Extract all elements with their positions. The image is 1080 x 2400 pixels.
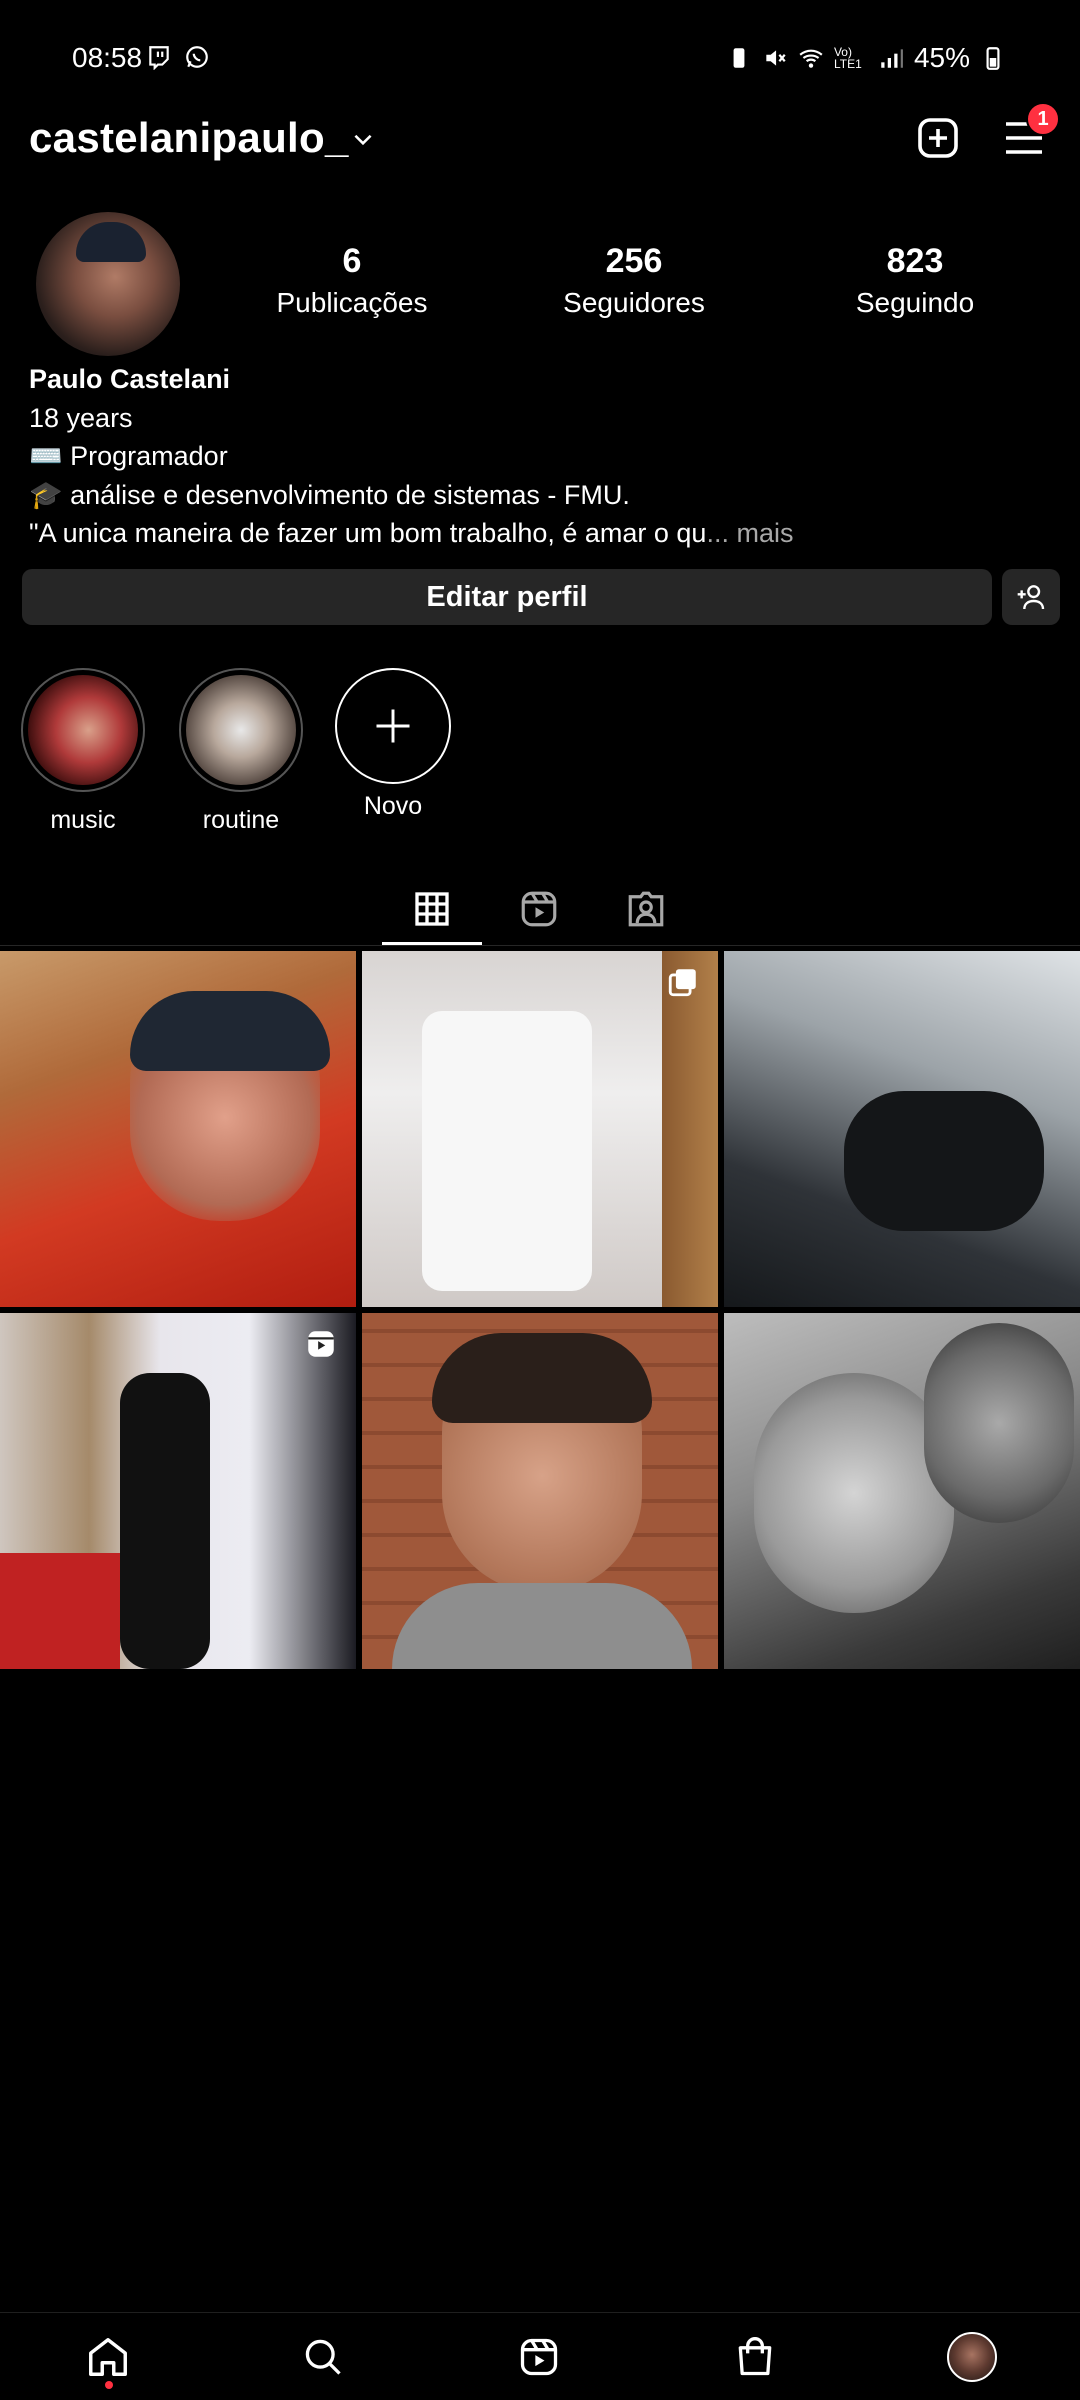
twitch-icon: [149, 46, 169, 70]
post-thumbnail[interactable]: [362, 951, 718, 1307]
battery-percent: 45%: [913, 42, 970, 73]
bio-quote: "A unica maneira de fazer um bom trabalh…: [29, 518, 707, 548]
stat-followers-value: 256: [605, 242, 663, 280]
post-image-detail: [0, 1553, 120, 1669]
volte-icon: Vo) LTE1: [833, 45, 862, 71]
signal-icon: [881, 49, 903, 68]
post-thumbnail[interactable]: [362, 1313, 718, 1669]
notification-badge: 1: [1026, 102, 1060, 136]
carousel-icon: [668, 969, 696, 997]
tagged-icon: [628, 891, 664, 927]
bio-ellipsis: ...: [706, 518, 729, 548]
shop-icon: [738, 2337, 772, 2376]
post-image-detail: [924, 1323, 1074, 1523]
bottom-navigation: [0, 2312, 1080, 2400]
status-time: 08:58: [72, 42, 143, 73]
nav-home[interactable]: [78, 2327, 138, 2387]
nav-shop[interactable]: [725, 2327, 785, 2387]
stat-followers[interactable]: 256 Seguidores: [524, 242, 744, 319]
post-image-detail: [432, 1333, 652, 1423]
reels-icon: [520, 2338, 558, 2376]
nav-reels[interactable]: [509, 2327, 569, 2387]
highlight-label: routine: [202, 806, 280, 834]
search-icon: [305, 2339, 341, 2375]
stat-posts-value: 6: [342, 242, 362, 280]
chevron-down-icon[interactable]: [350, 126, 376, 152]
profile-tabs: [0, 870, 1080, 946]
wifi-icon: [799, 49, 823, 68]
status-system-icons: Vo) LTE1 45%: [726, 42, 1006, 74]
highlight-routine[interactable]: routine: [179, 668, 303, 835]
whatsapp-icon: [186, 46, 208, 68]
highlight-label: Novo: [363, 792, 423, 820]
bio-line: ⌨️ Programador: [29, 441, 228, 471]
status-notification-icons: [146, 44, 210, 70]
tab-tagged[interactable]: [596, 876, 696, 942]
edit-profile-button[interactable]: Editar perfil: [22, 569, 992, 625]
add-person-icon: [1017, 585, 1045, 610]
post-image-detail: [662, 951, 718, 1307]
bio-line: 🎓 análise e desenvolvimento de sistemas …: [29, 479, 630, 510]
reels-icon: [521, 891, 557, 927]
stat-followers-label: Seguidores: [563, 287, 705, 318]
discover-people-button[interactable]: [1002, 569, 1060, 625]
profile-bio: Paulo Castelani 18 years ⌨️ Programador …: [29, 360, 1049, 553]
post-thumbnail[interactable]: [724, 1313, 1080, 1669]
post-thumbnail[interactable]: [724, 951, 1080, 1307]
profile-name: Paulo Castelani: [29, 364, 231, 394]
highlight-ring: [21, 668, 145, 792]
post-image-detail: [844, 1091, 1044, 1231]
account-switcher-username[interactable]: castelanipaulo_: [29, 114, 349, 162]
stat-posts-label: Publicações: [276, 287, 428, 318]
post-thumbnail[interactable]: [0, 1313, 356, 1669]
battery-saver-icon: [733, 48, 745, 68]
active-tab-indicator: [382, 942, 482, 945]
create-post-button[interactable]: [914, 114, 962, 162]
nav-profile[interactable]: [942, 2327, 1002, 2387]
post-image-detail: [392, 1583, 692, 1669]
battery-icon: [986, 47, 1000, 70]
profile-avatar[interactable]: [36, 212, 180, 356]
nav-home-activity-dot: [105, 2381, 113, 2389]
bio-more-link[interactable]: mais: [729, 518, 793, 548]
bio-line: "A unica maneira de fazer um bom trabalh…: [29, 514, 1049, 553]
highlight-ring: [179, 668, 303, 792]
post-thumbnail[interactable]: [0, 951, 356, 1307]
profile-header: castelanipaulo_: [0, 100, 1080, 180]
grid-icon: [415, 892, 449, 926]
tab-posts-grid[interactable]: [382, 876, 482, 942]
highlight-new-ring: [335, 668, 451, 784]
post-image-detail: [130, 991, 330, 1071]
nav-search[interactable]: [293, 2327, 353, 2387]
highlight-label: music: [50, 806, 116, 834]
reels-icon: [308, 1331, 334, 1357]
mute-icon: [766, 50, 786, 66]
profile-avatar-small: [947, 2332, 997, 2382]
highlight-music[interactable]: music: [21, 668, 145, 835]
plus-icon: [376, 709, 410, 743]
highlight-new[interactable]: Novo: [331, 668, 455, 821]
stat-following[interactable]: 823 Seguindo: [805, 242, 1025, 319]
stat-following-label: Seguindo: [855, 287, 975, 318]
post-image-detail: [422, 1011, 592, 1291]
highlight-cover: [28, 675, 138, 785]
highlight-cover: [186, 675, 296, 785]
tab-reels[interactable]: [489, 876, 589, 942]
home-icon: [89, 2338, 127, 2376]
post-image-detail: [120, 1373, 210, 1669]
stat-posts[interactable]: 6 Publicações: [242, 242, 462, 319]
stat-following-value: 823: [886, 242, 944, 280]
bio-line: 18 years: [29, 402, 133, 433]
